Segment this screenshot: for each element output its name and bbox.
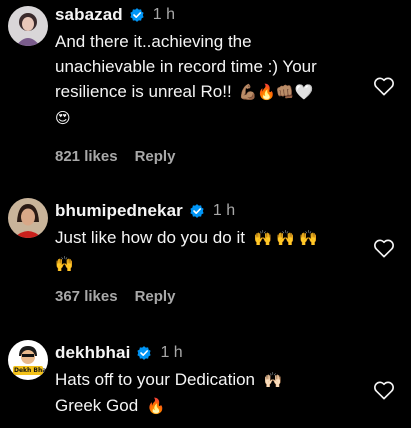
avatar-image	[8, 340, 48, 380]
comment-line: Greek God 🔥	[55, 393, 360, 419]
avatar-bhumipednekar[interactable]	[8, 198, 48, 238]
avatar-image	[8, 198, 48, 238]
verified-badge-icon	[130, 8, 144, 22]
heart-outline-icon[interactable]	[373, 380, 395, 400]
heart-outline-icon[interactable]	[373, 76, 395, 96]
comment-line: Hats off to your Dedication 🙌🏻	[55, 367, 360, 393]
comment-line: 😍	[55, 105, 360, 131]
verified-badge-icon	[190, 204, 204, 218]
comment-meta: 367 likes Reply	[55, 288, 175, 305]
avatar-image	[8, 6, 48, 46]
emoji-group: 💪🏽🔥👊🏽🤍	[238, 83, 314, 101]
comment-line-text: resilience is unreal Ro!!	[55, 82, 232, 101]
comment-line-text: Just like how do you do it	[55, 228, 245, 247]
emoji-group: 🙌🏻	[263, 371, 283, 389]
username[interactable]: bhumipednekar	[55, 201, 183, 221]
comment-header: sabazad 1 h	[55, 4, 175, 26]
comment-time: 1 h	[212, 202, 236, 219]
comment-time: 1 h	[152, 6, 176, 23]
comment-text: And there it..achieving the unachievable…	[55, 29, 360, 131]
username[interactable]: sabazad	[55, 5, 123, 25]
comment-text: Just like how do you do it 🙌🙌🙌 🙌	[55, 225, 360, 277]
reply-button[interactable]: Reply	[135, 148, 176, 165]
comment-header: dekhbhai 1 h	[55, 342, 183, 364]
likes-count[interactable]: 367 likes	[55, 288, 118, 305]
emoji-group: 😍	[55, 109, 71, 127]
likes-count[interactable]: 821 likes	[55, 148, 118, 165]
comment-text: Hats off to your Dedication 🙌🏻 Greek God…	[55, 367, 360, 419]
comment-bhumipednekar: bhumipednekar 1 h Just like how do you d…	[0, 198, 411, 318]
comment-line: And there it..achieving the	[55, 32, 252, 51]
emoji-group: 🔥	[146, 397, 166, 415]
avatar-sabazad[interactable]	[8, 6, 48, 46]
comment-line: 🙌	[55, 251, 360, 277]
heart-outline-icon[interactable]	[373, 238, 395, 258]
avatar-dekhbhai[interactable]: Dekh Bhai	[8, 340, 48, 380]
comment-sabazad: sabazad 1 h And there it..achieving the …	[0, 2, 411, 172]
comment-line-text: Hats off to your Dedication	[55, 370, 256, 389]
comment-line: unachievable in record time :) Your	[55, 57, 317, 76]
emoji-group: 🙌	[55, 255, 74, 273]
avatar-logo-text: Dekh Bhai	[14, 367, 48, 374]
comment-meta: 821 likes Reply	[55, 148, 175, 165]
username[interactable]: dekhbhai	[55, 343, 130, 363]
comment-line: resilience is unreal Ro!! 💪🏽🔥👊🏽🤍	[55, 79, 360, 105]
comment-dekhbhai: Dekh Bhai dekhbhai 1 h Hats off to your …	[0, 340, 411, 426]
comment-line-text: Greek God	[55, 396, 139, 415]
reply-button[interactable]: Reply	[135, 288, 176, 305]
comment-line: Just like how do you do it 🙌🙌🙌	[55, 225, 360, 251]
verified-badge-icon	[137, 346, 152, 360]
comment-time: 1 h	[160, 344, 183, 361]
emoji-group: 🙌🙌🙌	[253, 229, 322, 247]
comment-header: bhumipednekar 1 h	[55, 200, 235, 222]
